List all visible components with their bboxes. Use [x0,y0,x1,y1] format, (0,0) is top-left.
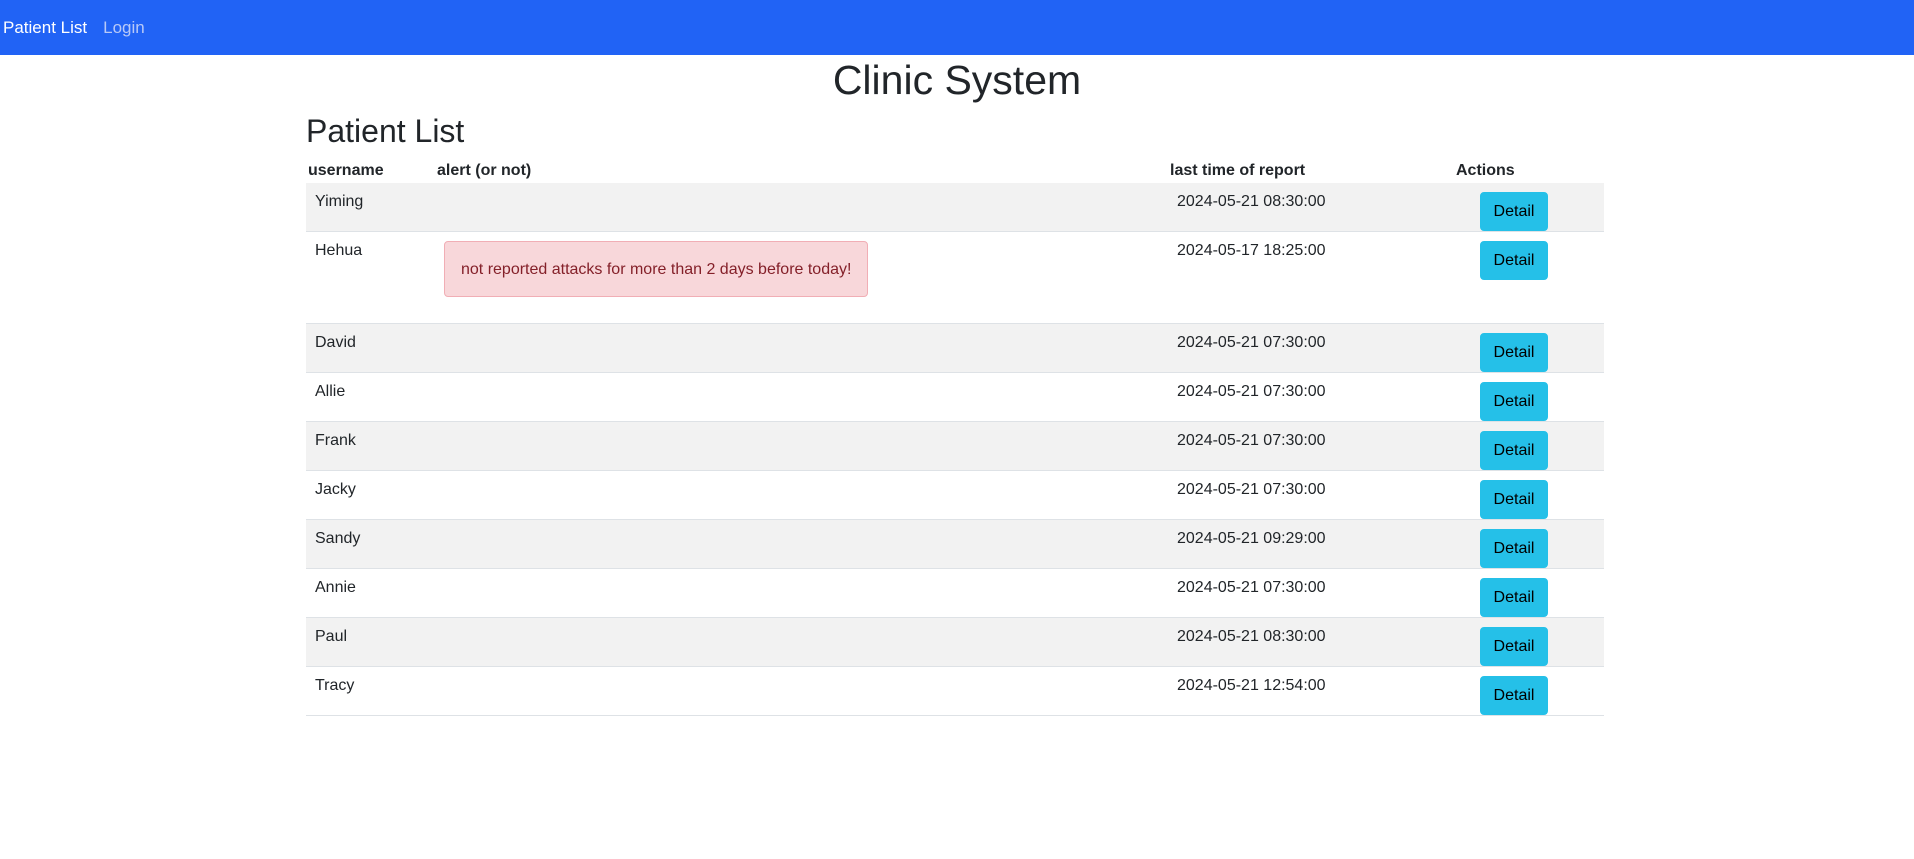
table-row: Allie 2024-05-21 07:30:00 Detail [306,372,1604,422]
column-header-actions: Actions [1456,161,1515,179]
cell-username: Jacky [306,470,435,520]
cell-last-report: 2024-05-21 07:30:00 [1168,470,1454,520]
table-row: Frank 2024-05-21 07:30:00 Detail [306,421,1604,471]
column-header-alert: alert (or not) [437,161,532,179]
detail-button[interactable]: Detail [1480,529,1548,568]
table-body: Yiming 2024-05-21 08:30:00 Detail Hehua … [306,183,1604,716]
detail-button[interactable]: Detail [1480,480,1548,519]
cell-alert [435,666,1168,716]
detail-button[interactable]: Detail [1480,382,1548,421]
cell-username: Yiming [306,183,435,232]
cell-username: Sandy [306,519,435,569]
cell-last-report: 2024-05-21 12:54:00 [1168,666,1454,716]
detail-button[interactable]: Detail [1480,578,1548,617]
detail-button[interactable]: Detail [1480,241,1548,280]
cell-alert [435,470,1168,520]
cell-last-report: 2024-05-21 07:30:00 [1168,568,1454,618]
table-row: Tracy 2024-05-21 12:54:00 Detail [306,666,1604,716]
cell-last-report: 2024-05-21 09:29:00 [1168,519,1454,569]
cell-actions: Detail [1454,666,1604,716]
detail-button[interactable]: Detail [1480,431,1548,470]
detail-button[interactable]: Detail [1480,192,1548,231]
cell-actions: Detail [1454,617,1604,667]
cell-last-report: 2024-05-21 08:30:00 [1168,617,1454,667]
detail-button[interactable]: Detail [1480,627,1548,666]
detail-button[interactable]: Detail [1480,676,1548,715]
cell-alert [435,421,1168,471]
column-header-username: username [308,161,384,179]
cell-last-report: 2024-05-17 18:25:00 [1168,231,1454,324]
site-title: Clinic System [832,57,1082,103]
cell-username: Allie [306,372,435,422]
cell-username: David [306,323,435,373]
patient-table: username alert (or not) last time of rep… [306,158,1604,716]
cell-alert [435,372,1168,422]
cell-alert: not reported attacks for more than 2 day… [435,231,1168,324]
table-row: Annie 2024-05-21 07:30:00 Detail [306,568,1604,618]
cell-actions: Detail [1454,323,1604,373]
table-row: Paul 2024-05-21 08:30:00 Detail [306,617,1604,667]
cell-alert [435,617,1168,667]
cell-last-report: 2024-05-21 07:30:00 [1168,323,1454,373]
cell-alert [435,519,1168,569]
cell-alert [435,323,1168,373]
cell-actions: Detail [1454,519,1604,569]
nav-link-patient-list[interactable]: Patient List [3,18,87,38]
table-row: Hehua not reported attacks for more than… [306,231,1604,324]
cell-last-report: 2024-05-21 07:30:00 [1168,421,1454,471]
cell-actions: Detail [1454,183,1604,232]
nav-link-login[interactable]: Login [103,18,145,38]
cell-last-report: 2024-05-21 08:30:00 [1168,183,1454,232]
patient-table-container: username alert (or not) last time of rep… [306,158,1604,716]
column-header-last-report: last time of report [1170,161,1306,179]
cell-actions: Detail [1454,231,1604,324]
cell-username: Annie [306,568,435,618]
alert-badge: not reported attacks for more than 2 day… [444,241,869,297]
page-heading: Patient List [306,113,465,149]
table-row: Jacky 2024-05-21 07:30:00 Detail [306,470,1604,520]
top-navbar: Patient List Login [0,0,1914,55]
cell-actions: Detail [1454,568,1604,618]
table-row: Sandy 2024-05-21 09:29:00 Detail [306,519,1604,569]
cell-alert [435,568,1168,618]
cell-alert [435,183,1168,232]
cell-username: Tracy [306,666,435,716]
cell-actions: Detail [1454,470,1604,520]
cell-actions: Detail [1454,421,1604,471]
cell-username: Frank [306,421,435,471]
cell-username: Hehua [306,231,435,324]
table-row: David 2024-05-21 07:30:00 Detail [306,323,1604,373]
table-header-row: username alert (or not) last time of rep… [306,158,1604,183]
cell-username: Paul [306,617,435,667]
cell-last-report: 2024-05-21 07:30:00 [1168,372,1454,422]
detail-button[interactable]: Detail [1480,333,1548,372]
cell-actions: Detail [1454,372,1604,422]
table-row: Yiming 2024-05-21 08:30:00 Detail [306,183,1604,232]
